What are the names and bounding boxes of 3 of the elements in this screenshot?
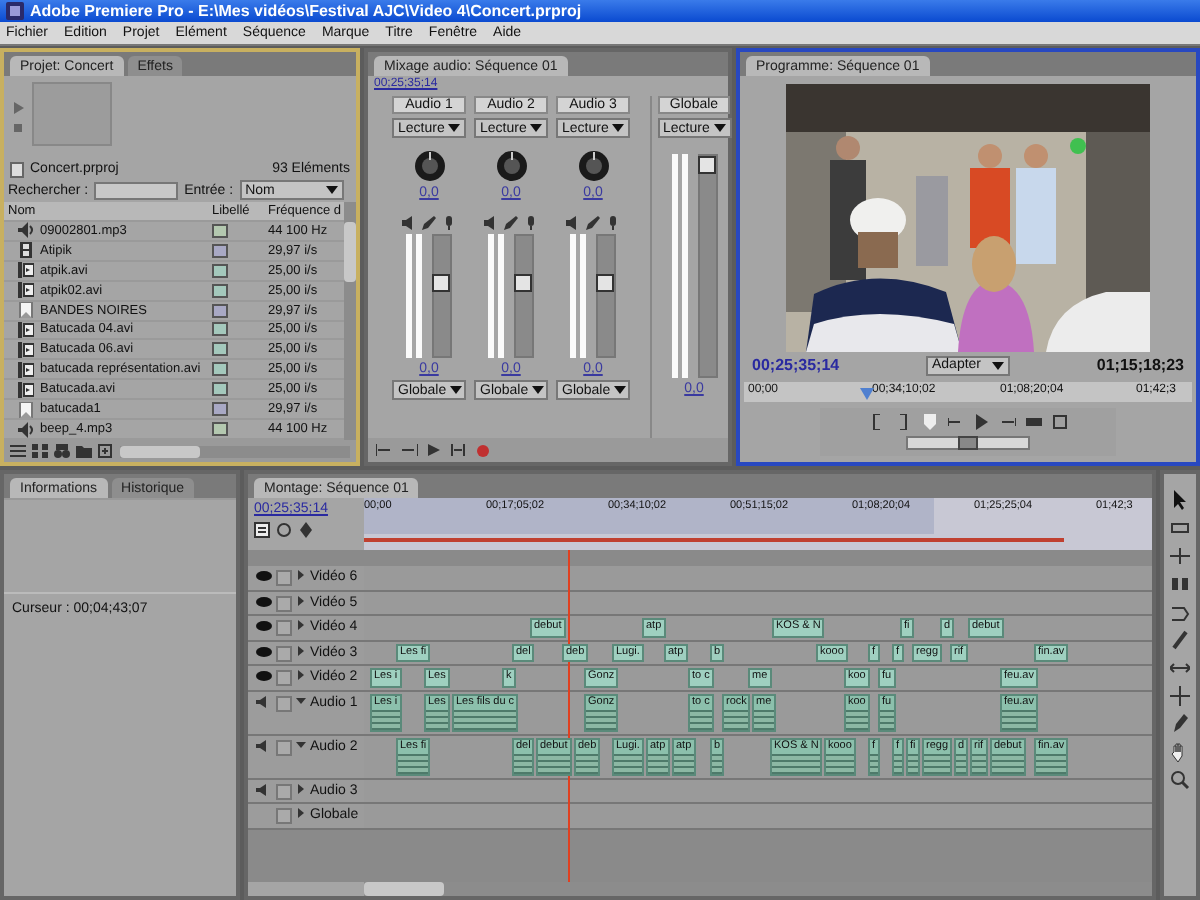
window-title: Adobe Premiere Pro - E:\Mes vidéos\Festival AJC\Video 4\Concert.prproj — [30, 2, 582, 20]
duration: 01;15;18;23 — [1096, 356, 1184, 374]
timecode[interactable]: 00;25;35;14 — [752, 356, 840, 374]
